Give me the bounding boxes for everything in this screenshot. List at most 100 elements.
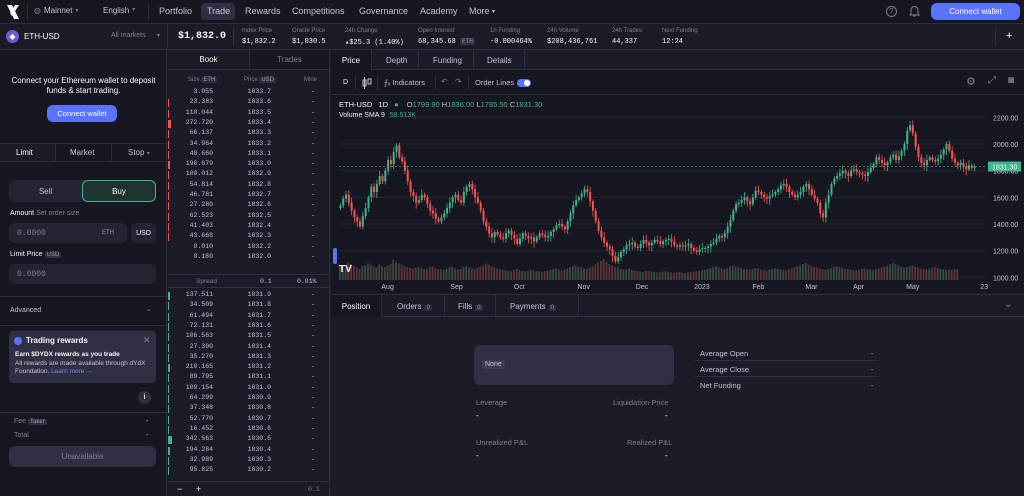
bid-size: 34.509 xyxy=(189,301,213,309)
interval-selector[interactable]: D xyxy=(343,79,348,86)
advanced-toggle[interactable]: Advanced xyxy=(10,307,41,314)
bid-row[interactable]: 27.300 1831.4 - xyxy=(168,343,329,352)
close-icon[interactable]: ✕ xyxy=(143,335,151,346)
nav-portfolio[interactable]: Portfolio xyxy=(159,6,192,16)
ask-row[interactable]: 66.137 1833.3 - xyxy=(168,129,329,139)
tab-funding[interactable]: Funding xyxy=(433,56,462,65)
ask-row[interactable]: 3.055 1833.7 - xyxy=(168,88,329,97)
candle-body xyxy=(715,238,718,243)
bell-icon[interactable] xyxy=(908,5,921,19)
bid-row[interactable]: 194.284 1830.4 - xyxy=(168,446,329,455)
bid-row[interactable]: 89.795 1831.1 - xyxy=(168,373,329,383)
tab-trades[interactable]: Trades xyxy=(249,50,329,70)
dydx-logo-icon[interactable] xyxy=(6,4,20,20)
ask-row[interactable]: 46.781 1832.7 - xyxy=(168,191,329,200)
bid-row[interactable]: 137.511 1831.9 - xyxy=(168,291,329,300)
ask-row[interactable]: 100.012 1832.9 - xyxy=(168,170,329,180)
connect-wallet-button[interactable]: Connect wallet xyxy=(931,3,1020,20)
ask-row[interactable]: 62.523 1832.5 - xyxy=(168,212,329,221)
fullscreen-icon[interactable]: ⤢ xyxy=(988,75,996,86)
bid-row[interactable]: 34.509 1831.8 - xyxy=(168,301,329,311)
bid-row[interactable]: 32.989 1830.3 - xyxy=(168,456,329,465)
tab-fills[interactable]: Fills 0 xyxy=(458,302,483,311)
candle-body xyxy=(521,233,524,239)
volume-bar xyxy=(425,268,428,280)
amount-input[interactable]: 0.0000 ETH xyxy=(9,223,127,243)
candles-icon[interactable] xyxy=(362,77,372,91)
chevron-down-icon[interactable]: ⌄ xyxy=(1004,299,1012,310)
fee-label: Fee Taker xyxy=(14,418,47,425)
ask-row[interactable]: 34.964 1833.2 - xyxy=(168,140,329,149)
bid-row[interactable]: 16.452 1830.6 - xyxy=(168,425,329,434)
bid-row[interactable]: 64.299 1830.9 - xyxy=(168,394,329,403)
buy-button[interactable]: Buy xyxy=(82,180,156,202)
bid-mine: - xyxy=(311,332,315,340)
redo-icon[interactable]: ↷ xyxy=(455,77,462,86)
tab-payments[interactable]: Payments 0 xyxy=(510,302,556,311)
nav-academy[interactable]: Academy xyxy=(420,6,458,16)
language-selector[interactable]: English ▾ xyxy=(103,6,135,15)
market-selector[interactable]: ◆ ETH-USD All markets ▾ xyxy=(6,30,166,44)
ask-row[interactable]: 110.044 1833.5 - xyxy=(168,109,329,118)
rewards-learn-more-link[interactable]: Learn more → xyxy=(51,368,93,375)
rewards-icon xyxy=(14,337,22,345)
zoom-in-button[interactable]: + xyxy=(196,484,201,494)
ask-row[interactable]: 54.814 1832.8 - xyxy=(168,181,329,190)
nav-more[interactable]: More xyxy=(469,6,490,16)
order-lines-toggle[interactable] xyxy=(517,79,531,87)
sidebar-connect-wallet-button[interactable]: Connect wallet xyxy=(47,105,117,122)
bid-row[interactable]: 35.270 1831.3 - xyxy=(168,353,329,362)
chart-drag-handle[interactable] xyxy=(333,248,337,264)
ask-row[interactable]: 48.660 1833.1 - xyxy=(168,150,329,159)
bid-row[interactable]: 106.563 1831.5 - xyxy=(168,332,329,342)
tab-position[interactable]: Position xyxy=(331,295,382,317)
bid-row[interactable]: 52.770 1830.7 - xyxy=(168,415,329,424)
ask-row[interactable]: 27.280 1832.6 - xyxy=(168,201,329,211)
amount-unit-toggle[interactable]: USD xyxy=(131,223,156,243)
limit-price-input[interactable]: 0.0000 xyxy=(9,264,156,284)
tab-price[interactable]: Price xyxy=(331,50,372,70)
bid-row[interactable]: 61.494 1831.7 - xyxy=(168,312,329,321)
bid-row[interactable]: 342.563 1830.5 - xyxy=(168,435,329,445)
help-icon[interactable]: ? xyxy=(886,6,897,17)
tab-book[interactable]: Book xyxy=(168,50,249,70)
nav-competitions[interactable]: Competitions xyxy=(292,6,345,16)
ask-row[interactable]: 43.668 1832.3 - xyxy=(168,232,329,242)
candle-body xyxy=(953,158,956,163)
tab-market[interactable]: Market xyxy=(70,148,94,157)
zoom-out-button[interactable]: − xyxy=(177,484,182,494)
bid-row[interactable]: 37.348 1830.8 - xyxy=(168,404,329,414)
candle-body xyxy=(695,250,698,252)
candle-body xyxy=(662,241,665,244)
ask-row[interactable]: 41.403 1832.4 - xyxy=(168,222,329,231)
chevron-down-icon[interactable]: ⌄ xyxy=(146,305,152,313)
tab-stop[interactable]: Stop ▾ xyxy=(128,148,150,157)
bid-row[interactable]: 95.825 1830.2 - xyxy=(168,466,329,476)
bid-row[interactable]: 210.165 1831.2 - xyxy=(168,363,329,373)
price-chart[interactable]: 1000.001200.001400.001600.001800.002000.… xyxy=(331,96,1024,293)
add-icon[interactable]: + xyxy=(1006,30,1012,42)
info-icon[interactable]: i xyxy=(138,391,151,404)
bid-row[interactable]: 109.154 1831.0 - xyxy=(168,384,329,393)
tab-details[interactable]: Details xyxy=(487,56,511,65)
camera-icon[interactable]: ◙ xyxy=(1008,75,1014,86)
ask-row[interactable]: 0.010 1832.2 - xyxy=(168,243,329,252)
tab-orders[interactable]: Orders 0 xyxy=(397,302,432,311)
ask-row[interactable]: 0.180 1832.0 - xyxy=(168,253,329,262)
settings-icon[interactable]: ⚙ xyxy=(966,75,976,88)
nav-governance[interactable]: Governance xyxy=(359,6,408,16)
unavailable-button[interactable]: Unavailable xyxy=(9,446,156,467)
ask-row[interactable]: 272.720 1833.4 - xyxy=(168,119,329,128)
network-selector[interactable]: ◍ Mainnet ▾ xyxy=(34,6,78,15)
ask-row[interactable]: 23.383 1833.6 - xyxy=(168,98,329,108)
sell-button[interactable]: Sell xyxy=(9,180,82,202)
nav-rewards[interactable]: Rewards xyxy=(245,6,281,16)
tab-limit[interactable]: Limit xyxy=(0,144,55,161)
ask-row[interactable]: 190.679 1833.0 - xyxy=(168,160,329,170)
indicators-button[interactable]: ⨍ₓ Indicators xyxy=(384,78,425,87)
candle-body xyxy=(558,224,561,226)
undo-icon[interactable]: ↶ xyxy=(441,77,448,86)
tab-depth[interactable]: Depth xyxy=(386,56,407,65)
bid-row[interactable]: 72.131 1831.6 - xyxy=(168,322,329,331)
nav-trade[interactable]: Trade xyxy=(207,6,230,16)
